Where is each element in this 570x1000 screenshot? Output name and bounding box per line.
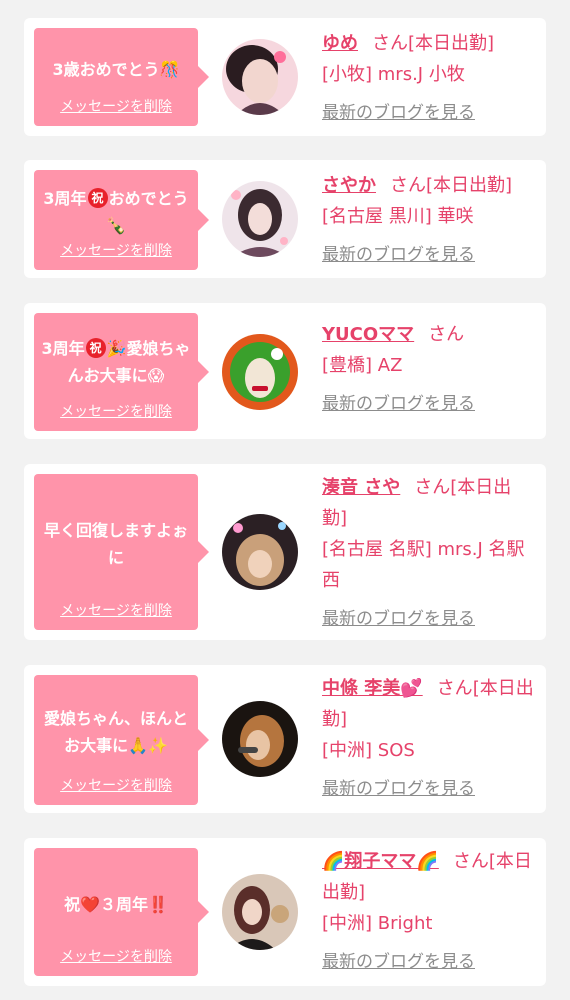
message-bubble: 早く回復しますよぉに メッセージを削除 [34, 474, 209, 630]
avatar[interactable] [222, 874, 298, 950]
shop-info: [豊橋] AZ [322, 355, 403, 376]
shop-info: [小牧] mrs.J 小牧 [322, 64, 465, 85]
message-text: 3周年祝 🎉愛娘ちゃんお大事に😱 [41, 338, 191, 385]
honorific: さん [452, 851, 489, 872]
message-bubble: 3歳おめでとう🎊 メッセージを削除 [34, 28, 209, 126]
latest-blog-link[interactable]: 最新のブログを見る [322, 774, 475, 805]
work-status: [本日出勤] [426, 175, 513, 196]
sender-info: 中條 李美💕 さん[本日出勤] [中洲] SOS 最新のブログを見る [322, 673, 536, 805]
latest-blog-link[interactable]: 最新のブログを見る [322, 98, 475, 129]
shop-info: [中洲] SOS [322, 740, 415, 761]
delete-message-link[interactable]: メッセージを削除 [60, 98, 172, 116]
latest-blog-link[interactable]: 最新のブログを見る [322, 604, 475, 635]
message-text: 早く回復しますよぉに [43, 521, 188, 567]
message-card: 3歳おめでとう🎊 メッセージを削除 ゆめ さん[本日出勤] [小牧] mrs.J … [24, 18, 546, 136]
sender-name-link[interactable]: ゆめ [322, 33, 358, 54]
latest-blog-link[interactable]: 最新のブログを見る [322, 389, 475, 420]
honorific: さん [414, 477, 451, 498]
message-text: 3周年祝おめでとう🍾 [43, 188, 189, 235]
latest-blog-link[interactable]: 最新のブログを見る [322, 240, 475, 271]
delete-message-link[interactable]: メッセージを削除 [60, 602, 172, 620]
delete-message-link[interactable]: メッセージを削除 [60, 403, 172, 421]
message-text: 愛娘ちゃん、ほんとお大事に🙏✨ [43, 709, 188, 755]
shop-info: [名古屋 名駅] mrs.J 名駅西 [322, 539, 525, 591]
delete-message-link[interactable]: メッセージを削除 [60, 948, 172, 966]
sender-name-link[interactable]: 湊音 さや [322, 477, 400, 498]
sender-info: 湊音 さや さん[本日出勤] [名古屋 名駅] mrs.J 名駅西 最新のブログを… [322, 472, 536, 635]
sender-info: 🌈翔子ママ🌈 さん[本日出勤] [中洲] Bright 最新のブログを見る [322, 846, 536, 978]
shop-info: [中洲] Bright [322, 913, 433, 934]
message-card: 3周年祝おめでとう🍾 メッセージを削除 さやか さん[本日出勤] [名古屋 黒川]… [24, 160, 546, 278]
sender-info: さやか さん[本日出勤] [名古屋 黒川] 華咲 最新のブログを見る [322, 170, 536, 271]
honorific: さん [372, 33, 408, 54]
sender-name-link[interactable]: 中條 李美💕 [322, 678, 423, 699]
message-bubble: 愛娘ちゃん、ほんとお大事に🙏✨ メッセージを削除 [34, 675, 209, 805]
message-card: 祝❤️３周年‼️ メッセージを削除 🌈翔子ママ🌈 さん[本日出勤] [中洲] Br… [24, 838, 546, 986]
honorific: さん [428, 324, 465, 345]
message-text: 3歳おめでとう🎊 [52, 59, 180, 79]
shop-info: [名古屋 黒川] 華咲 [322, 206, 474, 227]
avatar[interactable] [222, 39, 298, 115]
avatar[interactable] [222, 701, 298, 777]
sender-info: ゆめ さん[本日出勤] [小牧] mrs.J 小牧 最新のブログを見る [322, 28, 536, 129]
sender-name-link[interactable]: YUCOママ [322, 324, 414, 345]
message-card: 3周年祝 🎉愛娘ちゃんお大事に😱 メッセージを削除 YUCOママ さん [豊橋] A… [24, 303, 546, 439]
avatar[interactable] [222, 181, 298, 257]
message-bubble: 祝❤️３周年‼️ メッセージを削除 [34, 848, 209, 976]
message-bubble: 3周年祝おめでとう🍾 メッセージを削除 [34, 170, 209, 270]
celebration-icon: 祝 [85, 338, 106, 358]
avatar[interactable] [222, 334, 298, 410]
sender-name-link[interactable]: 🌈翔子ママ🌈 [322, 851, 439, 872]
message-text: 祝❤️３周年‼️ [64, 894, 168, 914]
sender-info: YUCOママ さん [豊橋] AZ 最新のブログを見る [322, 319, 536, 420]
message-card: 愛娘ちゃん、ほんとお大事に🙏✨ メッセージを削除 中條 李美💕 さん[本日出勤] … [24, 665, 546, 813]
honorific: さん [436, 678, 473, 699]
work-status: [本日出勤] [408, 33, 495, 54]
message-bubble: 3周年祝 🎉愛娘ちゃんお大事に😱 メッセージを削除 [34, 313, 209, 431]
honorific: さん [390, 175, 426, 196]
delete-message-link[interactable]: メッセージを削除 [60, 777, 172, 795]
sender-name-link[interactable]: さやか [322, 175, 376, 196]
avatar[interactable] [222, 514, 298, 590]
delete-message-link[interactable]: メッセージを削除 [60, 242, 172, 260]
latest-blog-link[interactable]: 最新のブログを見る [322, 947, 475, 978]
message-card: 早く回復しますよぉに メッセージを削除 湊音 さや さん[本日出勤] [名古屋 名… [24, 464, 546, 640]
celebration-icon: 祝 [87, 188, 108, 208]
